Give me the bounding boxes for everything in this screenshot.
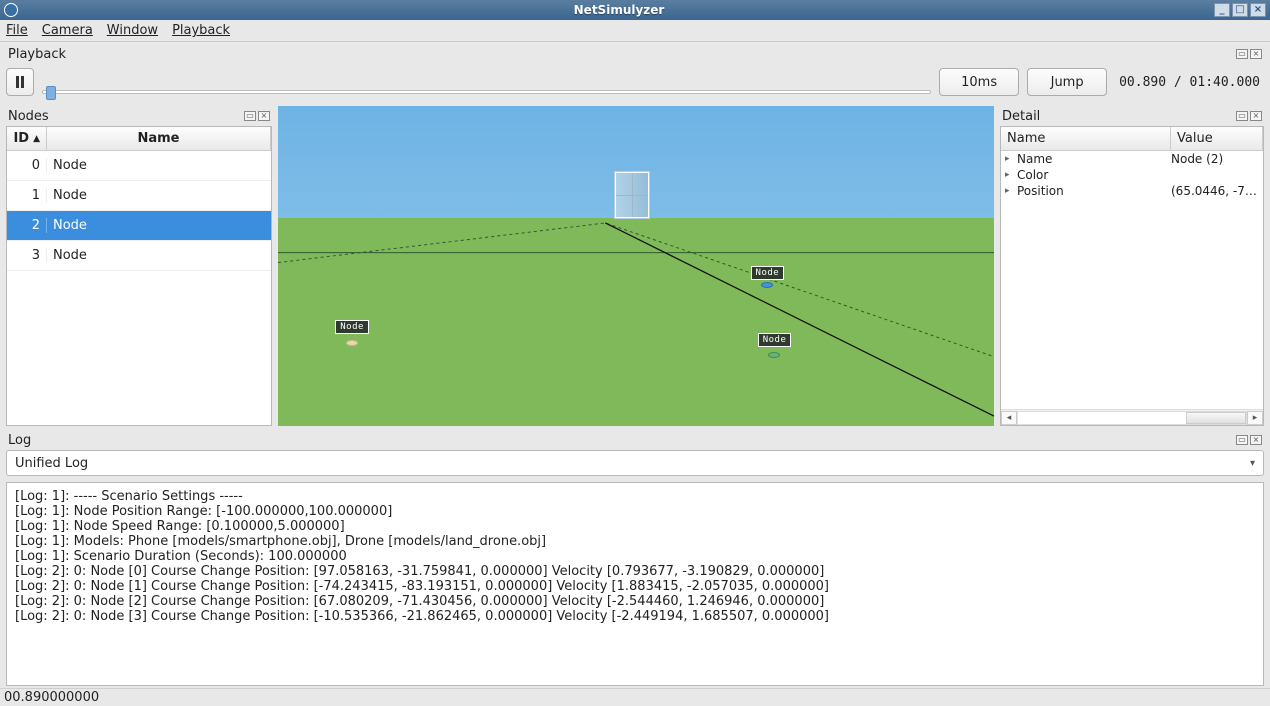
maximize-button[interactable]: □ — [1232, 3, 1248, 17]
close-button[interactable]: × — [1250, 3, 1266, 17]
log-panel: Log ▭ × Unified Log ▾ [Log: 1]: ----- Sc… — [0, 426, 1270, 688]
node-label: Node — [758, 333, 792, 347]
node-id: 1 — [7, 188, 47, 203]
expand-icon[interactable]: ▸ — [1005, 154, 1017, 164]
detail-row[interactable]: ▸Position(65.0446, -7… — [1001, 183, 1263, 199]
node-label: Node — [751, 266, 785, 280]
node-marker — [346, 340, 358, 346]
menubar: File Camera Window Playback — [0, 20, 1270, 42]
detail-row[interactable]: ▸Color — [1001, 167, 1263, 183]
detail-name: Name — [1017, 152, 1171, 166]
dock-float-icon[interactable]: ▭ — [244, 111, 256, 121]
3d-viewport[interactable]: Node Node Node — [278, 106, 994, 426]
nodes-col-id[interactable]: ID▲ — [7, 127, 47, 150]
nodes-table-body: 0Node1Node2Node3Node — [7, 151, 271, 425]
nodes-panel-title: Nodes — [8, 109, 244, 124]
app-icon — [4, 3, 18, 17]
nodes-col-name[interactable]: Name — [47, 127, 271, 150]
detail-table-header: Name Value — [1001, 127, 1263, 151]
dock-close-icon[interactable]: × — [1250, 435, 1262, 445]
nodes-panel: Nodes ▭ × ID▲ Name 0Node1Node2Node3Node — [6, 106, 272, 426]
detail-col-name[interactable]: Name — [1001, 127, 1171, 150]
detail-value: Node (2) — [1171, 152, 1259, 166]
step-button-label: 10ms — [961, 75, 997, 90]
statusbar: 00.890000000 — [0, 688, 1270, 706]
log-output[interactable]: [Log: 1]: ----- Scenario Settings ----- … — [6, 482, 1264, 686]
chevron-down-icon: ▾ — [1250, 458, 1255, 469]
table-row[interactable]: 2Node — [7, 211, 271, 241]
detail-col-value[interactable]: Value — [1171, 127, 1263, 150]
pause-button[interactable] — [6, 68, 34, 96]
expand-icon[interactable]: ▸ — [1005, 186, 1017, 196]
node-id: 0 — [7, 158, 47, 173]
table-row[interactable]: 1Node — [7, 181, 271, 211]
detail-value: (65.0446, -7… — [1171, 184, 1259, 198]
scroll-right-icon[interactable]: ▸ — [1247, 411, 1263, 425]
detail-name: Position — [1017, 184, 1171, 198]
dock-float-icon[interactable]: ▭ — [1236, 111, 1248, 121]
node-id: 2 — [7, 218, 47, 233]
pause-icon — [16, 76, 24, 88]
dock-float-icon[interactable]: ▭ — [1236, 435, 1248, 445]
node-name: Node — [47, 248, 271, 263]
jump-button[interactable]: Jump — [1027, 68, 1107, 96]
playback-panel: Playback ▭ × 10ms Jump 00.890 / 01:40.00… — [0, 42, 1270, 106]
playback-slider[interactable] — [42, 79, 931, 85]
dock-close-icon[interactable]: × — [1250, 49, 1262, 59]
detail-panel: Detail ▭ × Name Value ▸NameNode (2)▸Colo… — [1000, 106, 1264, 426]
table-row[interactable]: 0Node — [7, 151, 271, 181]
jump-button-label: Jump — [1051, 75, 1084, 90]
menu-camera[interactable]: Camera — [42, 23, 93, 38]
scroll-left-icon[interactable]: ◂ — [1001, 411, 1017, 425]
window-title: NetSimulyzer — [24, 3, 1214, 17]
playback-time: 00.890 / 01:40.000 — [1115, 75, 1264, 90]
dock-close-icon[interactable]: × — [1250, 111, 1262, 121]
node-label: Node — [335, 320, 369, 334]
dock-close-icon[interactable]: × — [258, 111, 270, 121]
menu-playback[interactable]: Playback — [172, 23, 230, 38]
status-time: 00.890000000 — [4, 690, 99, 705]
detail-table-body: ▸NameNode (2)▸Color▸Position(65.0446, -7… — [1001, 151, 1263, 425]
detail-panel-title: Detail — [1002, 109, 1236, 124]
ground — [278, 218, 994, 426]
detail-h-scrollbar[interactable]: ◂ ▸ — [1001, 409, 1263, 425]
window-titlebar: NetSimulyzer _ □ × — [0, 0, 1270, 20]
step-button[interactable]: 10ms — [939, 68, 1019, 96]
expand-icon[interactable]: ▸ — [1005, 170, 1017, 180]
menu-window[interactable]: Window — [107, 23, 158, 38]
node-name: Node — [47, 158, 271, 173]
nodes-table-header: ID▲ Name — [7, 127, 271, 151]
log-panel-title: Log — [8, 433, 1236, 448]
log-selector[interactable]: Unified Log ▾ — [6, 450, 1264, 476]
dock-float-icon[interactable]: ▭ — [1236, 49, 1248, 59]
sort-asc-icon: ▲ — [33, 134, 40, 144]
detail-row[interactable]: ▸NameNode (2) — [1001, 151, 1263, 167]
table-row[interactable]: 3Node — [7, 241, 271, 271]
node-name: Node — [47, 188, 271, 203]
log-selector-value: Unified Log — [15, 456, 1250, 471]
node-name: Node — [47, 218, 271, 233]
playback-panel-title: Playback — [8, 47, 1236, 62]
building-model — [615, 172, 649, 218]
menu-file[interactable]: File — [6, 23, 28, 38]
minimize-button[interactable]: _ — [1214, 3, 1230, 17]
detail-name: Color — [1017, 168, 1171, 182]
node-id: 3 — [7, 248, 47, 263]
